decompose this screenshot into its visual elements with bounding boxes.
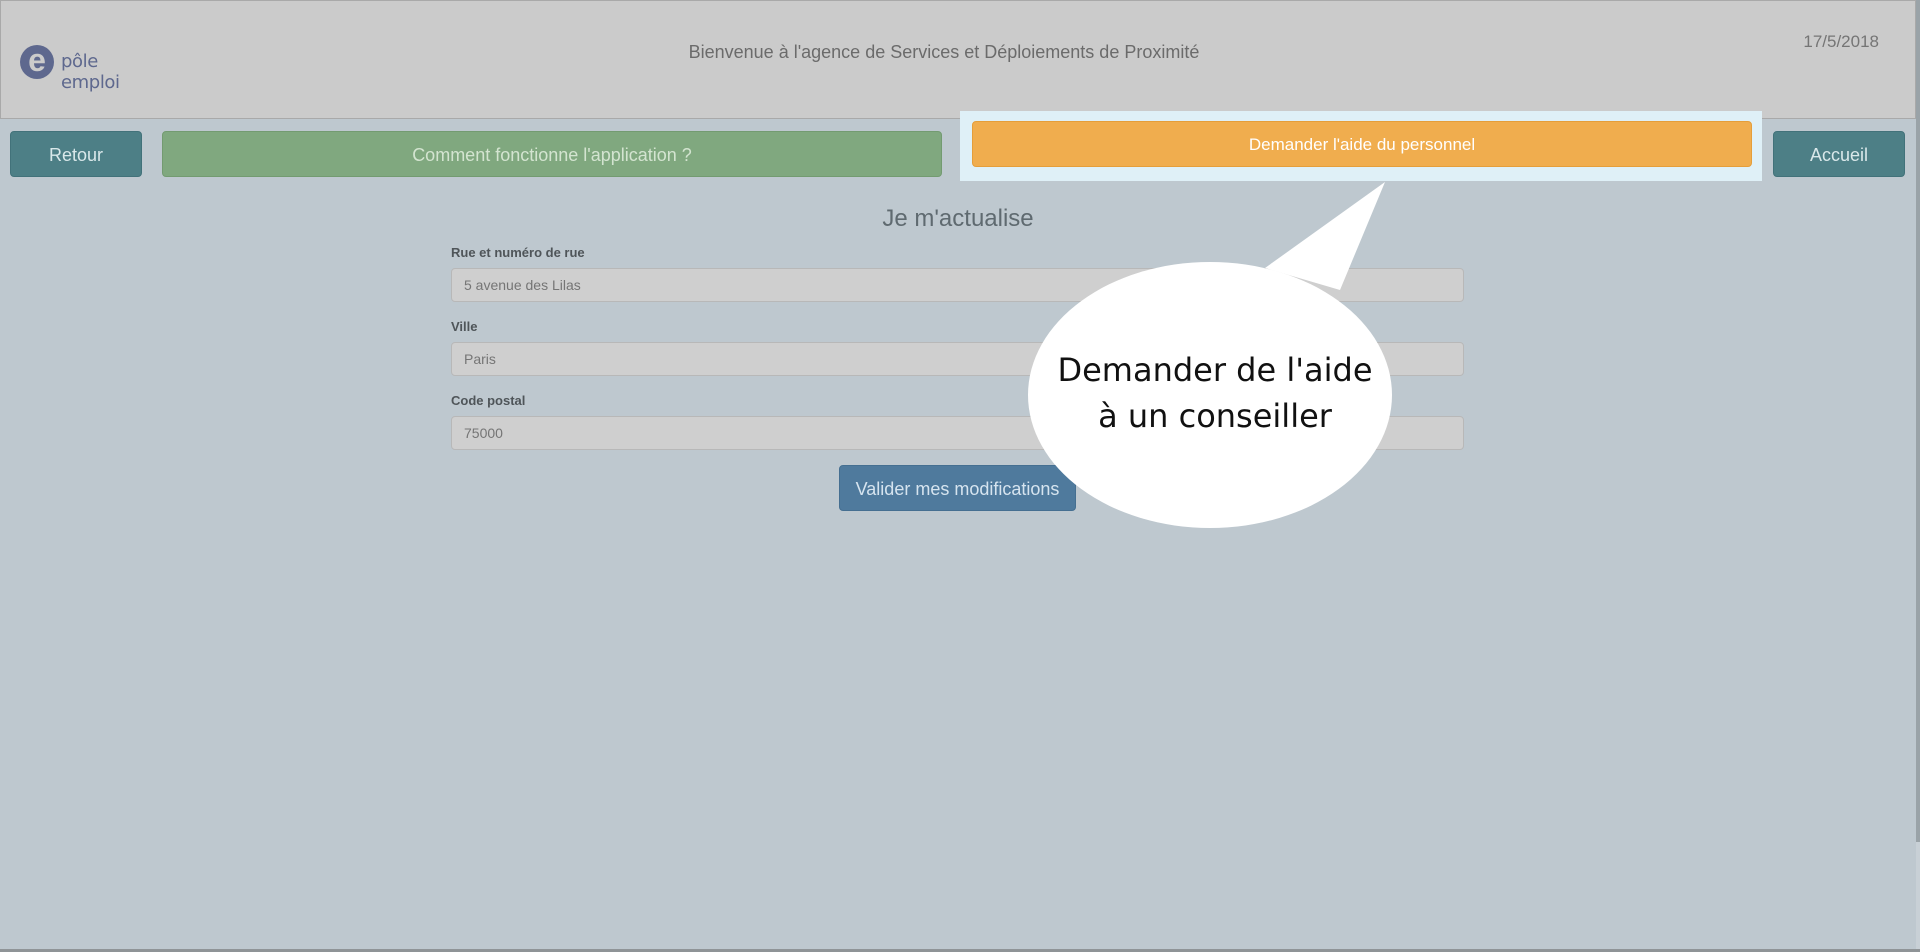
page-title: Je m'actualise: [882, 205, 1034, 232]
current-date: 17/5/2018: [1803, 32, 1879, 51]
callout-line-2: à un conseiller: [1098, 397, 1332, 435]
welcome-message: Bienvenue à l'agence de Services et Dépl…: [688, 42, 1200, 62]
callout-text: Demander de l'aide à un conseiller: [1030, 347, 1400, 439]
ask-staff-help-button[interactable]: Demander l'aide du personnel: [972, 121, 1752, 167]
callout-line-1: Demander de l'aide: [1057, 351, 1373, 389]
postal-code-label: Code postal: [451, 393, 526, 408]
back-button[interactable]: Retour: [10, 131, 142, 177]
home-button[interactable]: Accueil: [1773, 131, 1905, 177]
street-label: Rue et numéro de rue: [451, 245, 585, 260]
how-it-works-button[interactable]: Comment fonctionne l'application ?: [162, 131, 942, 177]
app-header: e pôle emploi Bienvenue à l'agence de Se…: [0, 0, 1916, 119]
city-label: Ville: [451, 319, 478, 334]
scrollbar-thumb[interactable]: [1916, 0, 1920, 842]
